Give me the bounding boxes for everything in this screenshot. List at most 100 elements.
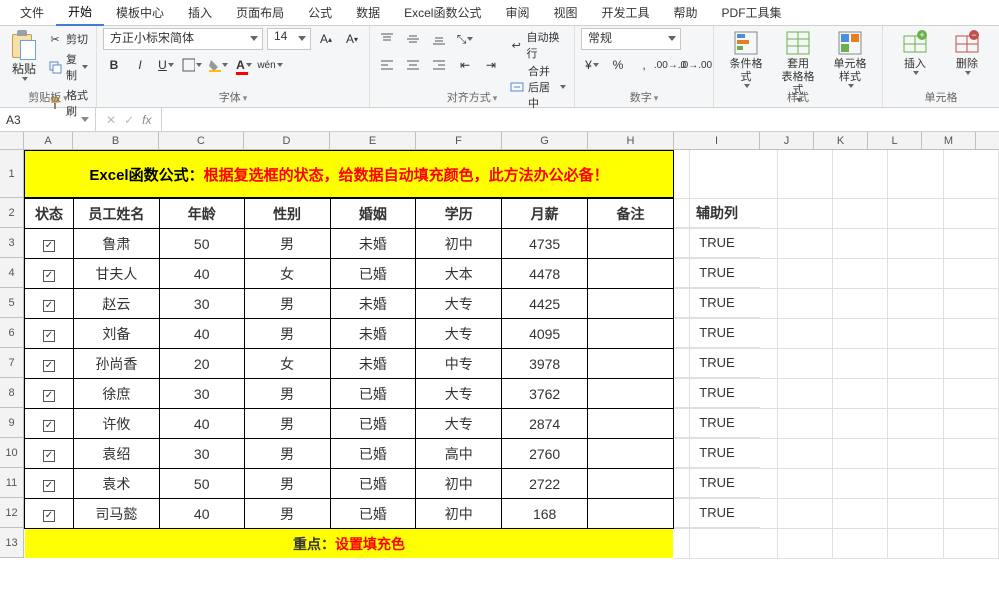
- cancel-formula-icon[interactable]: ✕: [106, 113, 116, 127]
- col-header-J[interactable]: J: [760, 132, 814, 149]
- col-header-M[interactable]: M: [922, 132, 976, 149]
- phonetic-icon[interactable]: wén: [259, 54, 281, 76]
- row-checkbox[interactable]: ✓: [43, 390, 55, 402]
- row-header-12[interactable]: 12: [0, 498, 24, 528]
- row-checkbox[interactable]: ✓: [43, 330, 55, 342]
- border-icon[interactable]: [181, 54, 203, 76]
- increase-font-icon[interactable]: A▴: [315, 28, 337, 50]
- orientation-icon[interactable]: ⤡: [454, 28, 476, 50]
- col-header-I[interactable]: I: [674, 132, 760, 149]
- align-right-icon[interactable]: [428, 54, 450, 76]
- aux-cell: TRUE: [674, 228, 760, 258]
- row-header-5[interactable]: 5: [0, 288, 24, 318]
- font-family-select[interactable]: 方正小标宋简体: [103, 28, 263, 50]
- italic-icon[interactable]: I: [129, 54, 151, 76]
- row-header-10[interactable]: 10: [0, 438, 24, 468]
- row-header-3[interactable]: 3: [0, 228, 24, 258]
- paste-label: 粘贴: [12, 60, 36, 77]
- tab-5[interactable]: 公式: [296, 0, 344, 25]
- col-header-H[interactable]: H: [588, 132, 674, 149]
- ribbon-tabs: 文件开始模板中心插入页面布局公式数据Excel函数公式审阅视图开发工具帮助PDF…: [0, 0, 999, 26]
- col-header-G[interactable]: G: [502, 132, 588, 149]
- row-header-8[interactable]: 8: [0, 378, 24, 408]
- row-checkbox[interactable]: ✓: [43, 420, 55, 432]
- tab-3[interactable]: 插入: [176, 0, 224, 25]
- tab-9[interactable]: 视图: [541, 0, 589, 25]
- decrease-decimal-icon[interactable]: .0→.00: [685, 54, 707, 76]
- row-header-4[interactable]: 4: [0, 258, 24, 288]
- col-header-A[interactable]: A: [24, 132, 73, 149]
- bold-icon[interactable]: B: [103, 54, 125, 76]
- row-header-2[interactable]: 2: [0, 198, 24, 228]
- table-header: 员工姓名: [73, 199, 159, 229]
- align-bottom-icon[interactable]: [428, 28, 450, 50]
- row-header-11[interactable]: 11: [0, 468, 24, 498]
- col-header-F[interactable]: F: [416, 132, 502, 149]
- font-size-select[interactable]: 14: [267, 28, 311, 50]
- data-table: 状态员工姓名年龄性别婚姻学历月薪备注✓鲁肃50男未婚初中4735✓甘夫人40女已…: [24, 198, 674, 529]
- row-header-7[interactable]: 7: [0, 348, 24, 378]
- tab-1[interactable]: 开始: [56, 0, 104, 26]
- conditional-format-button[interactable]: 条件格式: [720, 28, 772, 90]
- font-color-icon[interactable]: A: [233, 54, 255, 76]
- percent-icon[interactable]: %: [607, 54, 629, 76]
- aux-cell: TRUE: [674, 378, 760, 408]
- row-checkbox[interactable]: ✓: [43, 510, 55, 522]
- row-header-6[interactable]: 6: [0, 318, 24, 348]
- aux-cell: TRUE: [674, 318, 760, 348]
- tab-6[interactable]: 数据: [344, 0, 392, 25]
- comma-icon[interactable]: ,: [633, 54, 655, 76]
- tab-7[interactable]: Excel函数公式: [392, 0, 493, 25]
- table-row: ✓赵云30男未婚大专4425: [25, 289, 674, 319]
- tab-12[interactable]: PDF工具集: [710, 0, 794, 25]
- paste-button[interactable]: 粘贴: [6, 28, 42, 83]
- insert-cells-button[interactable]: + 插入: [889, 28, 941, 77]
- table-row: ✓司马懿40男已婚初中168: [25, 499, 674, 529]
- table-header: 婚姻: [330, 199, 416, 229]
- increase-decimal-icon[interactable]: .00→.0: [659, 54, 681, 76]
- col-header-C[interactable]: C: [159, 132, 244, 149]
- col-header-D[interactable]: D: [244, 132, 330, 149]
- col-header-K[interactable]: K: [814, 132, 868, 149]
- align-center-icon[interactable]: [402, 54, 424, 76]
- confirm-formula-icon[interactable]: ✓: [124, 113, 134, 127]
- row-header-9[interactable]: 9: [0, 408, 24, 438]
- row-checkbox[interactable]: ✓: [43, 480, 55, 492]
- tab-8[interactable]: 审阅: [493, 0, 541, 25]
- formula-input[interactable]: [162, 108, 999, 131]
- underline-icon[interactable]: U: [155, 54, 177, 76]
- tab-2[interactable]: 模板中心: [104, 0, 176, 25]
- cut-button[interactable]: ✂剪切: [46, 30, 90, 48]
- col-header-E[interactable]: E: [330, 132, 416, 149]
- align-left-icon[interactable]: [376, 54, 398, 76]
- tab-11[interactable]: 帮助: [662, 0, 710, 25]
- wrap-text-button[interactable]: ↩自动换行: [508, 28, 568, 62]
- align-top-icon[interactable]: [376, 28, 398, 50]
- number-format-select[interactable]: 常规: [581, 28, 681, 50]
- row-checkbox[interactable]: ✓: [43, 300, 55, 312]
- col-header-L[interactable]: L: [868, 132, 922, 149]
- row-header-13[interactable]: 13: [0, 528, 24, 558]
- tab-4[interactable]: 页面布局: [224, 0, 296, 25]
- copy-button[interactable]: 复制: [46, 50, 90, 84]
- fx-icon[interactable]: fx: [142, 113, 151, 127]
- row-checkbox[interactable]: ✓: [43, 360, 55, 372]
- align-middle-icon[interactable]: [402, 28, 424, 50]
- select-all-corner[interactable]: [0, 132, 24, 149]
- row-header-1[interactable]: 1: [0, 150, 24, 198]
- tab-0[interactable]: 文件: [8, 0, 56, 25]
- row-checkbox[interactable]: ✓: [43, 270, 55, 282]
- decrease-font-icon[interactable]: A▾: [341, 28, 363, 50]
- col-header-B[interactable]: B: [73, 132, 159, 149]
- increase-indent-icon[interactable]: ⇥: [480, 54, 502, 76]
- cell-styles-button[interactable]: 单元格样式: [824, 28, 876, 90]
- row-checkbox[interactable]: ✓: [43, 240, 55, 252]
- row-checkbox[interactable]: ✓: [43, 450, 55, 462]
- table-row: ✓孙尚香20女未婚中专3978: [25, 349, 674, 379]
- delete-cells-button[interactable]: − 删除: [941, 28, 993, 77]
- decrease-indent-icon[interactable]: ⇤: [454, 54, 476, 76]
- fill-color-icon[interactable]: [207, 54, 229, 76]
- tab-10[interactable]: 开发工具: [590, 0, 662, 25]
- currency-icon[interactable]: ¥: [581, 54, 603, 76]
- scissors-icon: ✂: [48, 32, 62, 46]
